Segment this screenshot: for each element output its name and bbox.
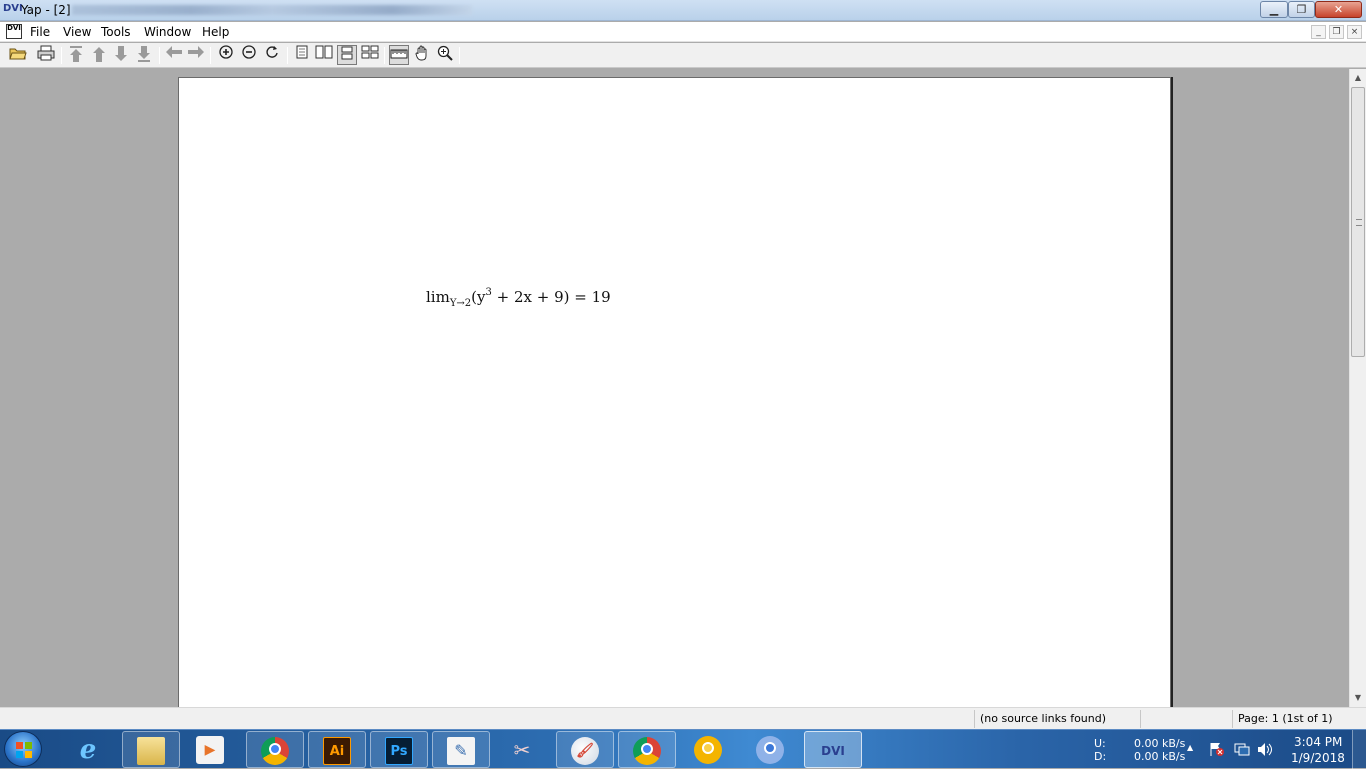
taskbar-paint[interactable]: 🖌 bbox=[556, 731, 614, 768]
chrome-canary-icon bbox=[694, 736, 722, 764]
close-button[interactable]: ✕ bbox=[1315, 1, 1362, 18]
media-player-icon: ▶ bbox=[196, 736, 224, 764]
continuous-icon[interactable] bbox=[337, 45, 357, 65]
action-center-flag-icon[interactable] bbox=[1209, 742, 1225, 760]
formula-superscript: 3 bbox=[485, 287, 492, 298]
scroll-grip-icon bbox=[1356, 219, 1362, 226]
folder-icon bbox=[137, 737, 165, 765]
toolbar-separator bbox=[287, 47, 288, 64]
upload-speed: 0.00 kB/s bbox=[1134, 737, 1186, 750]
open-icon[interactable] bbox=[8, 45, 28, 65]
show-desktop-button[interactable] bbox=[1352, 730, 1366, 769]
menu-window[interactable]: Window bbox=[144, 25, 191, 39]
last-page-icon[interactable] bbox=[134, 45, 154, 65]
menu-view[interactable]: View bbox=[63, 25, 91, 39]
taskbar: e ▶ Ai Ps ✎ ✂ 🖌 DVI U: D: 0.00 kB/s 0.00… bbox=[0, 729, 1366, 769]
formula-lim: lim bbox=[426, 288, 450, 306]
magnifier-icon[interactable] bbox=[435, 45, 455, 65]
print-icon[interactable] bbox=[36, 45, 56, 65]
menu-tools[interactable]: Tools bbox=[101, 25, 131, 39]
menu-file[interactable]: File bbox=[30, 25, 50, 39]
hand-tool-icon[interactable] bbox=[412, 45, 432, 65]
dvi-page[interactable]: limY→2(y3 + 2x + 9) = 19 bbox=[178, 77, 1171, 707]
blurred-file-path bbox=[72, 5, 472, 15]
scroll-thumb[interactable] bbox=[1351, 87, 1365, 357]
clock-date[interactable]: 1/9/2018 bbox=[1291, 751, 1345, 765]
formula-subscript: Y→2 bbox=[449, 298, 472, 309]
scroll-down-arrow-icon[interactable]: ▼ bbox=[1350, 689, 1366, 706]
book-view-icon[interactable] bbox=[360, 45, 380, 65]
title-bar: DVI Yap - [2] ▁ ❐ ✕ bbox=[0, 0, 1366, 21]
start-button[interactable] bbox=[4, 731, 42, 767]
mdi-minimize-button[interactable]: _ bbox=[1311, 25, 1326, 39]
back-icon[interactable] bbox=[164, 45, 184, 65]
minimize-button[interactable]: ▁ bbox=[1260, 1, 1288, 18]
chromium-icon bbox=[756, 736, 784, 764]
first-page-icon[interactable] bbox=[66, 45, 86, 65]
yap-app-icon[interactable]: DVI bbox=[3, 3, 23, 17]
status-bar: (no source links found) Page: 1 (1st of … bbox=[0, 707, 1366, 729]
maximize-button[interactable]: ❐ bbox=[1288, 1, 1315, 18]
document-icon[interactable]: DVI bbox=[6, 24, 22, 39]
taskbar-file-explorer[interactable] bbox=[122, 731, 180, 768]
yap-icon: DVI bbox=[821, 744, 845, 758]
snipping-tool-icon: ✂ bbox=[513, 738, 531, 762]
forward-icon[interactable] bbox=[186, 45, 206, 65]
toolbar-separator bbox=[459, 47, 460, 64]
taskbar-chrome-beta[interactable] bbox=[618, 731, 676, 768]
previous-page-icon[interactable] bbox=[89, 45, 109, 65]
menu-help[interactable]: Help bbox=[202, 25, 229, 39]
page-status: Page: 1 (1st of 1) bbox=[1232, 710, 1366, 728]
document-viewport[interactable]: limY→2(y3 + 2x + 9) = 19 bbox=[0, 69, 1349, 707]
download-label: D: bbox=[1094, 750, 1107, 763]
taskbar-internet-explorer[interactable]: e bbox=[60, 731, 118, 768]
taskbar-yap[interactable]: DVI bbox=[804, 731, 862, 768]
zoom-in-icon[interactable] bbox=[216, 45, 236, 65]
double-page-icon[interactable] bbox=[314, 45, 334, 65]
next-page-icon[interactable] bbox=[111, 45, 131, 65]
taskbar-photoshop[interactable]: Ps bbox=[370, 731, 428, 768]
toolbar-separator bbox=[384, 47, 385, 64]
menu-bar: DVI File View Tools Window Help _ ❐ × bbox=[0, 22, 1366, 42]
illustrator-icon: Ai bbox=[323, 737, 351, 765]
chrome-beta-icon bbox=[633, 737, 661, 765]
formula-rest: + 2x + 9) = 19 bbox=[491, 288, 611, 306]
toolbar-separator bbox=[159, 47, 160, 64]
taskbar-chrome-canary[interactable] bbox=[680, 731, 738, 768]
paint-icon: 🖌 bbox=[571, 737, 599, 765]
taskbar-media-player[interactable]: ▶ bbox=[182, 731, 240, 768]
chrome-icon bbox=[261, 737, 289, 765]
toolbar bbox=[0, 43, 1366, 68]
toolbar-separator bbox=[210, 47, 211, 64]
clock-time[interactable]: 3:04 PM bbox=[1294, 735, 1342, 749]
refresh-icon[interactable] bbox=[262, 45, 282, 65]
vertical-scrollbar[interactable]: ▲ ▼ bbox=[1349, 69, 1366, 707]
mdi-close-button[interactable]: × bbox=[1347, 25, 1362, 39]
upload-label: U: bbox=[1094, 737, 1106, 750]
toolbar-separator bbox=[61, 47, 62, 64]
ruler-icon[interactable] bbox=[389, 45, 409, 65]
photoshop-icon: Ps bbox=[385, 737, 413, 765]
formula-open: (y bbox=[471, 288, 486, 306]
window-title: Yap - [2] bbox=[21, 3, 71, 17]
network-icon[interactable] bbox=[1234, 742, 1250, 760]
windows-logo-icon bbox=[16, 742, 32, 758]
taskbar-chromium[interactable] bbox=[742, 731, 800, 768]
mdi-restore-button[interactable]: ❐ bbox=[1329, 25, 1344, 39]
taskbar-tool[interactable]: ✎ bbox=[432, 731, 490, 768]
limit-formula: limY→2(y3 + 2x + 9) = 19 bbox=[426, 287, 611, 309]
source-links-status: (no source links found) bbox=[974, 710, 1140, 728]
status-empty-cell bbox=[1140, 710, 1232, 728]
single-page-icon[interactable] bbox=[292, 45, 312, 65]
tool-icon: ✎ bbox=[447, 737, 475, 765]
show-hidden-icons-icon[interactable]: ▲ bbox=[1187, 743, 1193, 752]
zoom-out-icon[interactable] bbox=[239, 45, 259, 65]
taskbar-snipping-tool[interactable]: ✂ bbox=[494, 731, 552, 768]
taskbar-chrome[interactable] bbox=[246, 731, 304, 768]
volume-icon[interactable] bbox=[1257, 742, 1273, 760]
download-speed: 0.00 kB/s bbox=[1134, 750, 1186, 763]
scroll-up-arrow-icon[interactable]: ▲ bbox=[1350, 69, 1366, 86]
taskbar-illustrator[interactable]: Ai bbox=[308, 731, 366, 768]
internet-explorer-icon: e bbox=[79, 735, 97, 765]
